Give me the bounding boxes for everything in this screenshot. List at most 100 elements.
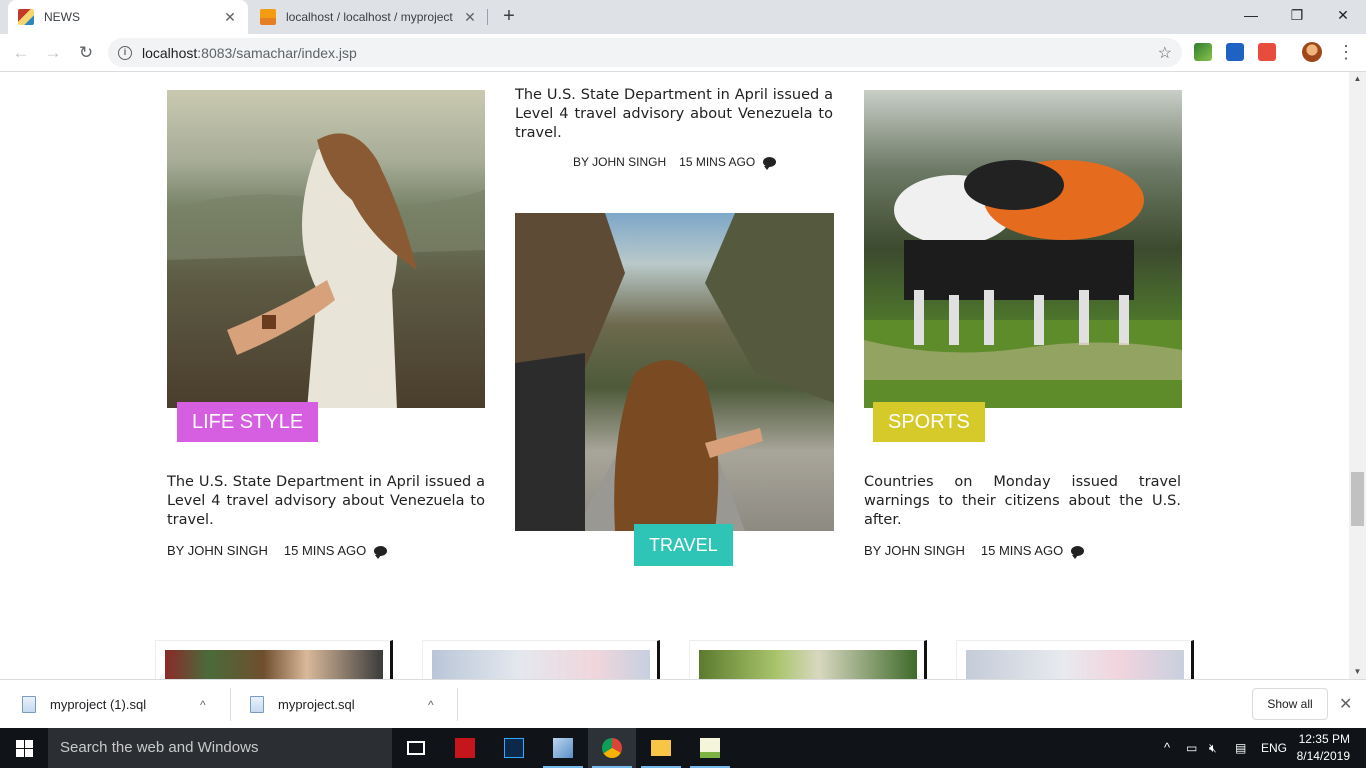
new-tab-button[interactable]: +	[498, 5, 520, 27]
article-author[interactable]: BY JOHN SINGH	[167, 543, 268, 558]
article-thumbnail-card[interactable]	[956, 640, 1194, 679]
scroll-up-arrow-icon[interactable]: ▲	[1349, 72, 1366, 86]
tab-divider	[487, 9, 488, 25]
chrome-icon	[602, 738, 622, 758]
tab-close-icon[interactable]: ✕	[462, 9, 478, 26]
tab-phpmyadmin[interactable]: localhost / localhost / myproject ✕	[250, 0, 488, 34]
clock-time: 12:35 PM	[1298, 732, 1350, 746]
thumbnail-image	[699, 650, 917, 679]
article-author[interactable]: BY JOHN SINGH	[864, 543, 965, 558]
folder-icon	[651, 740, 671, 756]
article-thumbnail-card[interactable]	[689, 640, 927, 679]
article-excerpt[interactable]: The U.S. State Department in April issue…	[167, 473, 485, 530]
download-options-chevron-icon[interactable]: ^	[428, 698, 434, 712]
forward-button[interactable]: →	[41, 41, 65, 65]
taskbar-acrobat[interactable]	[441, 728, 489, 768]
action-center-icon[interactable]: ▤	[1235, 728, 1246, 768]
news-favicon-icon	[18, 9, 34, 25]
input-language-indicator[interactable]: ENG	[1261, 728, 1287, 768]
thumbnail-image	[966, 650, 1184, 679]
category-badge-travel[interactable]: TRAVEL	[634, 524, 733, 566]
volume-muted-icon[interactable]: 🔇︎	[1209, 728, 1217, 768]
sports-article-image[interactable]	[864, 90, 1182, 408]
taskbar-notepadpp[interactable]	[686, 728, 734, 768]
tab-title: NEWS	[44, 10, 80, 24]
task-view-button[interactable]	[392, 728, 440, 768]
bookmark-star-icon[interactable]: ☆	[1158, 43, 1172, 63]
reload-button[interactable]: ↻	[74, 41, 98, 65]
article-author[interactable]: BY JOHN SINGH	[573, 155, 666, 169]
profile-avatar[interactable]	[1302, 42, 1322, 62]
acrobat-icon	[455, 738, 475, 758]
download-item[interactable]: myproject (1).sql ^	[22, 680, 227, 729]
article-meta: BY JOHN SINGH 15 MINS AGO	[573, 155, 777, 170]
comment-icon[interactable]	[1071, 545, 1085, 559]
thumbnail-image	[432, 650, 650, 679]
scroll-down-arrow-icon[interactable]: ▼	[1349, 665, 1366, 679]
extension-sheets-icon[interactable]	[1194, 43, 1212, 61]
taskbar-clock[interactable]: 12:35 PM 8/14/2019	[1292, 731, 1350, 765]
taskbar-virtualbox[interactable]	[539, 728, 587, 768]
lifestyle-photo-graphic	[167, 133, 485, 408]
tab-close-icon[interactable]: ✕	[222, 9, 238, 26]
windows-logo-icon	[16, 740, 24, 748]
category-badge-lifestyle[interactable]: LIFE STYLE	[177, 402, 319, 442]
travel-article-image[interactable]	[515, 213, 834, 531]
lifestyle-article-image[interactable]	[167, 90, 485, 408]
show-hidden-icons-button[interactable]: ^	[1164, 728, 1170, 768]
page-scrollbar[interactable]: ▲ ▼	[1349, 72, 1366, 679]
minimize-button[interactable]: —	[1228, 0, 1274, 30]
scrollbar-thumb[interactable]	[1351, 472, 1364, 526]
notepad-plus-icon	[700, 738, 720, 758]
extension-pdf-icon[interactable]	[1258, 43, 1276, 61]
url-host: localhost	[142, 44, 198, 61]
article-time: 15 MINS AGO	[980, 543, 1064, 558]
download-filename: myproject (1).sql	[50, 697, 147, 712]
taskbar-chrome[interactable]	[588, 728, 636, 768]
travel-photo-graphic	[515, 213, 834, 531]
extension-search-icon[interactable]	[1226, 43, 1244, 61]
browser-menu-button[interactable]: ⋮	[1337, 42, 1355, 62]
window-close-button[interactable]: ✕	[1320, 0, 1366, 30]
tab-news[interactable]: NEWS ✕	[8, 0, 248, 34]
back-button[interactable]: ←	[9, 41, 33, 65]
article-excerpt[interactable]: The U.S. State Department in April issue…	[515, 86, 833, 143]
address-bar[interactable]: i localhost:8083/samachar/index.jsp ☆	[108, 38, 1182, 67]
windows-taskbar: Search the web and Windows ^ ▭ 🔇︎ ▤ ENG …	[0, 728, 1366, 768]
task-view-icon	[407, 741, 425, 755]
article-thumbnail-card[interactable]	[422, 640, 660, 679]
download-divider	[457, 688, 458, 721]
url-path: :8083/samachar/index.jsp	[197, 44, 357, 61]
article-excerpt[interactable]: Countries on Monday issued travel warnin…	[864, 473, 1181, 530]
clock-date: 8/14/2019	[1296, 749, 1350, 763]
download-shelf: myproject (1).sql ^ myproject.sql ^ Show…	[0, 679, 1366, 728]
article-meta: BY JOHN SINGH 15 MINS AGO	[167, 543, 388, 559]
download-item[interactable]: myproject.sql ^	[250, 680, 455, 729]
site-info-icon[interactable]: i	[118, 45, 132, 60]
download-divider	[230, 688, 231, 721]
page-viewport: LIFE STYLE The U.S. State Department in …	[0, 72, 1349, 679]
battery-icon[interactable]: ▭	[1186, 728, 1197, 768]
start-button[interactable]	[0, 728, 48, 768]
article-meta: BY JOHN SINGH 15 MINS AGO	[864, 543, 1085, 559]
close-download-shelf-icon[interactable]: ✕	[1339, 694, 1352, 714]
article-time: 15 MINS AGO	[679, 155, 756, 169]
taskbar-photoshop[interactable]	[490, 728, 538, 768]
download-filename: myproject.sql	[278, 697, 355, 712]
phpmyadmin-favicon-icon	[260, 9, 276, 25]
download-options-chevron-icon[interactable]: ^	[200, 698, 206, 712]
taskbar-file-explorer[interactable]	[637, 728, 685, 768]
show-all-downloads-button[interactable]: Show all	[1252, 688, 1328, 720]
sql-file-icon	[250, 696, 264, 713]
category-badge-sports[interactable]: SPORTS	[873, 402, 985, 442]
restore-button[interactable]: ❐	[1274, 0, 1320, 30]
sql-file-icon	[22, 696, 36, 713]
article-time: 15 MINS AGO	[283, 543, 367, 558]
article-thumbnail-card[interactable]	[155, 640, 393, 679]
photoshop-icon	[504, 738, 524, 758]
thumbnail-image	[165, 650, 383, 679]
comment-icon[interactable]	[763, 157, 777, 170]
browser-toolbar: ← → ↻ i localhost:8083/samachar/index.js…	[0, 34, 1366, 72]
comment-icon[interactable]	[374, 545, 388, 559]
taskbar-search-box[interactable]: Search the web and Windows	[48, 728, 392, 768]
